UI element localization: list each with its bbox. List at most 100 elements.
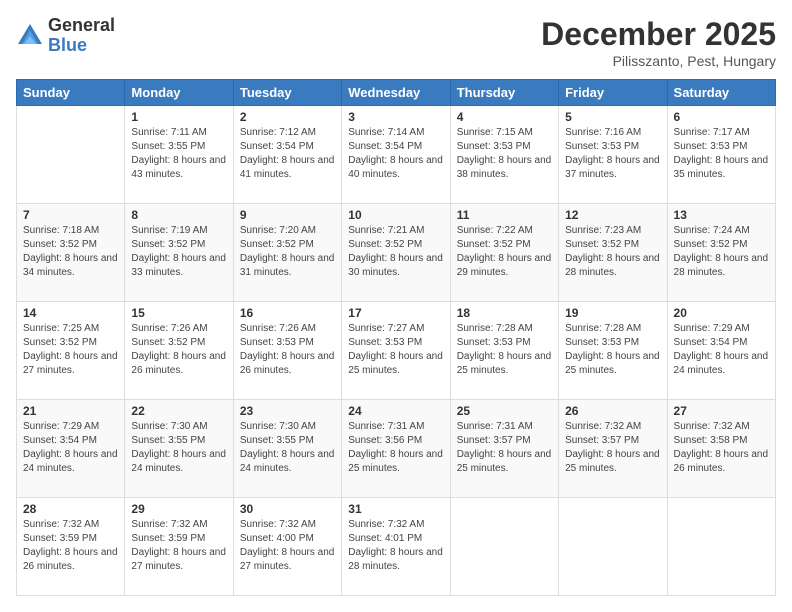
day-number: 29 bbox=[131, 502, 226, 516]
day-number: 12 bbox=[565, 208, 660, 222]
day-info: Sunrise: 7:29 AMSunset: 3:54 PMDaylight:… bbox=[674, 322, 769, 378]
calendar-cell: 16 Sunrise: 7:26 AMSunset: 3:53 PMDayligh… bbox=[233, 302, 341, 400]
calendar-cell: 3Sunrise: 7:14 AMSunset: 3:54 PMDaylight… bbox=[342, 106, 450, 204]
calendar-table: SundayMondayTuesdayWednesdayThursdayFrid… bbox=[16, 79, 776, 596]
calendar-cell: 22 Sunrise: 7:30 AMSunset: 3:55 PMDayligh… bbox=[125, 400, 233, 498]
calendar-cell: 15Sunrise: 7:26 AMSunset: 3:52 PMDayligh… bbox=[125, 302, 233, 400]
calendar-cell bbox=[667, 498, 775, 596]
day-info: Sunrise: 7:16 AMSunset: 3:53 PMDaylight:… bbox=[565, 126, 660, 182]
weekday-header-friday: Friday bbox=[559, 80, 667, 106]
day-number: 27 bbox=[674, 404, 769, 418]
day-number: 8 bbox=[131, 208, 226, 222]
day-number: 4 bbox=[457, 110, 552, 124]
calendar-cell: 18 Sunrise: 7:28 AMSunset: 3:53 PMDayligh… bbox=[450, 302, 558, 400]
day-info: Sunrise: 7:19 AMSunset: 3:52 PMDaylight:… bbox=[131, 224, 226, 280]
weekday-header-saturday: Saturday bbox=[667, 80, 775, 106]
day-info: Sunrise: 7:21 AMSunset: 3:52 PMDaylight:… bbox=[348, 224, 443, 280]
day-info: Sunrise: 7:30 AMSunset: 3:55 PMDaylight:… bbox=[131, 420, 226, 476]
day-number: 1 bbox=[131, 110, 226, 124]
day-number: 14 bbox=[23, 306, 118, 320]
day-number: 25 bbox=[457, 404, 552, 418]
calendar-cell: 2Sunrise: 7:12 AMSunset: 3:54 PMDaylight… bbox=[233, 106, 341, 204]
day-number: 16 bbox=[240, 306, 335, 320]
day-number: 21 bbox=[23, 404, 118, 418]
day-info: Sunrise: 7:26 AMSunset: 3:53 PMDaylight:… bbox=[240, 322, 335, 378]
weekday-header-tuesday: Tuesday bbox=[233, 80, 341, 106]
day-number: 9 bbox=[240, 208, 335, 222]
day-info: Sunrise: 7:26 AMSunset: 3:52 PMDaylight:… bbox=[131, 322, 226, 378]
calendar-cell bbox=[450, 498, 558, 596]
day-number: 18 bbox=[457, 306, 552, 320]
week-row-5: 28 Sunrise: 7:32 AMSunset: 3:59 PMDayligh… bbox=[17, 498, 776, 596]
day-info: Sunrise: 7:32 AMSunset: 3:57 PMDaylight:… bbox=[565, 420, 660, 476]
day-info: Sunrise: 7:32 AMSunset: 4:01 PMDaylight:… bbox=[348, 518, 443, 574]
day-number: 5 bbox=[565, 110, 660, 124]
calendar-cell bbox=[559, 498, 667, 596]
weekday-header-thursday: Thursday bbox=[450, 80, 558, 106]
day-info: Sunrise: 7:32 AMSunset: 3:59 PMDaylight:… bbox=[23, 518, 118, 574]
logo-blue: Blue bbox=[48, 36, 115, 56]
week-row-3: 14 Sunrise: 7:25 AMSunset: 3:52 PMDayligh… bbox=[17, 302, 776, 400]
calendar-cell: 4 Sunrise: 7:15 AMSunset: 3:53 PMDaylight… bbox=[450, 106, 558, 204]
day-info: Sunrise: 7:31 AMSunset: 3:57 PMDaylight:… bbox=[457, 420, 552, 476]
day-info: Sunrise: 7:27 AMSunset: 3:53 PMDaylight:… bbox=[348, 322, 443, 378]
location-subtitle: Pilisszanto, Pest, Hungary bbox=[541, 53, 776, 69]
day-number: 24 bbox=[348, 404, 443, 418]
day-number: 6 bbox=[674, 110, 769, 124]
day-number: 20 bbox=[674, 306, 769, 320]
day-number: 26 bbox=[565, 404, 660, 418]
week-row-1: 1 Sunrise: 7:11 AMSunset: 3:55 PMDaylight… bbox=[17, 106, 776, 204]
calendar-cell: 7 Sunrise: 7:18 AMSunset: 3:52 PMDaylight… bbox=[17, 204, 125, 302]
calendar-cell: 13Sunrise: 7:24 AMSunset: 3:52 PMDayligh… bbox=[667, 204, 775, 302]
page: General Blue December 2025 Pilisszanto, … bbox=[0, 0, 792, 612]
weekday-header-sunday: Sunday bbox=[17, 80, 125, 106]
calendar-cell: 10 Sunrise: 7:21 AMSunset: 3:52 PMDayligh… bbox=[342, 204, 450, 302]
day-info: Sunrise: 7:28 AMSunset: 3:53 PMDaylight:… bbox=[565, 322, 660, 378]
week-row-4: 21 Sunrise: 7:29 AMSunset: 3:54 PMDayligh… bbox=[17, 400, 776, 498]
day-info: Sunrise: 7:30 AMSunset: 3:55 PMDaylight:… bbox=[240, 420, 335, 476]
weekday-header-monday: Monday bbox=[125, 80, 233, 106]
day-info: Sunrise: 7:15 AMSunset: 3:53 PMDaylight:… bbox=[457, 126, 552, 182]
day-number: 7 bbox=[23, 208, 118, 222]
logo-general: General bbox=[48, 16, 115, 36]
day-info: Sunrise: 7:32 AMSunset: 4:00 PMDaylight:… bbox=[240, 518, 335, 574]
calendar-cell: 11 Sunrise: 7:22 AMSunset: 3:52 PMDayligh… bbox=[450, 204, 558, 302]
day-info: Sunrise: 7:11 AMSunset: 3:55 PMDaylight:… bbox=[131, 126, 226, 182]
day-info: Sunrise: 7:23 AMSunset: 3:52 PMDaylight:… bbox=[565, 224, 660, 280]
day-number: 28 bbox=[23, 502, 118, 516]
day-info: Sunrise: 7:22 AMSunset: 3:52 PMDaylight:… bbox=[457, 224, 552, 280]
day-number: 3 bbox=[348, 110, 443, 124]
day-number: 11 bbox=[457, 208, 552, 222]
day-info: Sunrise: 7:17 AMSunset: 3:53 PMDaylight:… bbox=[674, 126, 769, 182]
calendar-cell: 23 Sunrise: 7:30 AMSunset: 3:55 PMDayligh… bbox=[233, 400, 341, 498]
day-info: Sunrise: 7:20 AMSunset: 3:52 PMDaylight:… bbox=[240, 224, 335, 280]
calendar-cell: 21 Sunrise: 7:29 AMSunset: 3:54 PMDayligh… bbox=[17, 400, 125, 498]
day-number: 10 bbox=[348, 208, 443, 222]
calendar-cell: 6 Sunrise: 7:17 AMSunset: 3:53 PMDaylight… bbox=[667, 106, 775, 204]
day-number: 30 bbox=[240, 502, 335, 516]
month-title: December 2025 bbox=[541, 16, 776, 53]
weekday-header-wednesday: Wednesday bbox=[342, 80, 450, 106]
calendar-cell: 26 Sunrise: 7:32 AMSunset: 3:57 PMDayligh… bbox=[559, 400, 667, 498]
day-number: 23 bbox=[240, 404, 335, 418]
day-number: 13 bbox=[674, 208, 769, 222]
day-info: Sunrise: 7:32 AMSunset: 3:58 PMDaylight:… bbox=[674, 420, 769, 476]
calendar-cell: 27 Sunrise: 7:32 AMSunset: 3:58 PMDayligh… bbox=[667, 400, 775, 498]
calendar-cell: 28 Sunrise: 7:32 AMSunset: 3:59 PMDayligh… bbox=[17, 498, 125, 596]
calendar-cell: 14 Sunrise: 7:25 AMSunset: 3:52 PMDayligh… bbox=[17, 302, 125, 400]
weekday-header-row: SundayMondayTuesdayWednesdayThursdayFrid… bbox=[17, 80, 776, 106]
day-info: Sunrise: 7:25 AMSunset: 3:52 PMDaylight:… bbox=[23, 322, 118, 378]
day-info: Sunrise: 7:28 AMSunset: 3:53 PMDaylight:… bbox=[457, 322, 552, 378]
day-number: 17 bbox=[348, 306, 443, 320]
day-info: Sunrise: 7:29 AMSunset: 3:54 PMDaylight:… bbox=[23, 420, 118, 476]
calendar-cell: 30 Sunrise: 7:32 AMSunset: 4:00 PMDayligh… bbox=[233, 498, 341, 596]
calendar-cell: 29Sunrise: 7:32 AMSunset: 3:59 PMDayligh… bbox=[125, 498, 233, 596]
calendar-cell: 25 Sunrise: 7:31 AMSunset: 3:57 PMDayligh… bbox=[450, 400, 558, 498]
day-info: Sunrise: 7:18 AMSunset: 3:52 PMDaylight:… bbox=[23, 224, 118, 280]
day-number: 31 bbox=[348, 502, 443, 516]
day-number: 22 bbox=[131, 404, 226, 418]
logo: General Blue bbox=[16, 16, 115, 56]
logo-icon bbox=[16, 22, 44, 50]
calendar-cell: 20 Sunrise: 7:29 AMSunset: 3:54 PMDayligh… bbox=[667, 302, 775, 400]
calendar-cell: 17 Sunrise: 7:27 AMSunset: 3:53 PMDayligh… bbox=[342, 302, 450, 400]
